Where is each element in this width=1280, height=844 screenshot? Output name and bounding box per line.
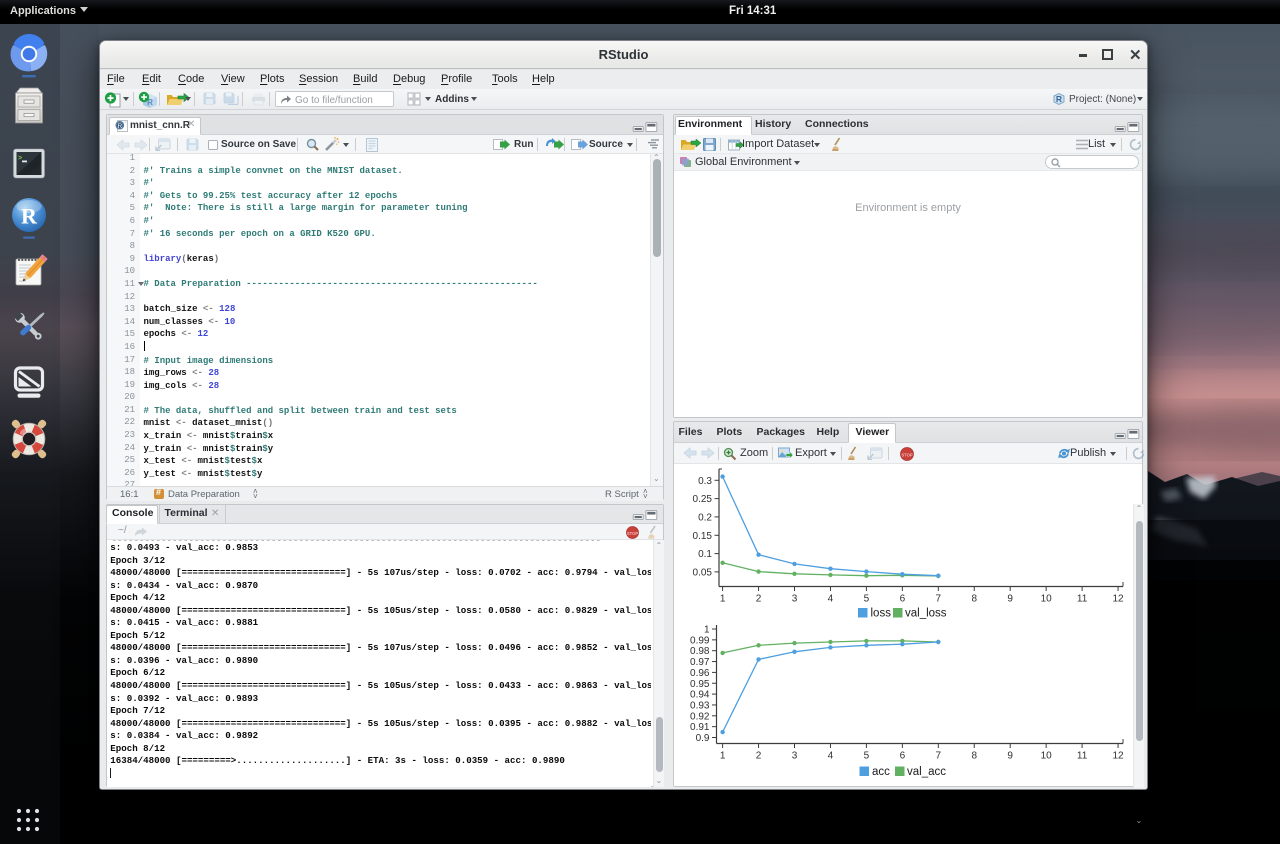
svg-text:0.05: 0.05: [693, 567, 713, 578]
svg-text:1: 1: [704, 625, 710, 636]
svg-text:0.96: 0.96: [690, 668, 710, 679]
svg-text:10: 10: [1041, 751, 1053, 762]
svg-text:11: 11: [1077, 751, 1088, 762]
svg-text:0.93: 0.93: [690, 700, 710, 711]
svg-text:0.95: 0.95: [690, 679, 710, 690]
svg-text:0.9: 0.9: [696, 733, 710, 744]
svg-text:3: 3: [792, 594, 798, 605]
svg-text:R: R: [117, 123, 122, 130]
svg-text:4: 4: [828, 594, 834, 605]
svg-text:2: 2: [756, 751, 762, 762]
svg-text:0.98: 0.98: [690, 646, 710, 657]
svg-text:0.15: 0.15: [693, 531, 713, 542]
svg-text:3: 3: [792, 751, 798, 762]
svg-text:0.92: 0.92: [690, 711, 710, 722]
svg-text:acc: acc: [872, 766, 890, 778]
svg-text:4: 4: [828, 751, 834, 762]
svg-text:R: R: [1056, 94, 1062, 104]
svg-text:0.1: 0.1: [698, 549, 712, 560]
svg-text:5: 5: [864, 594, 870, 605]
svg-text:9: 9: [1007, 594, 1013, 605]
svg-text:val_loss: val_loss: [905, 608, 947, 620]
svg-text:R: R: [21, 204, 38, 229]
svg-text:1: 1: [720, 594, 726, 605]
svg-text:val_acc: val_acc: [907, 766, 946, 778]
svg-text:12: 12: [1112, 594, 1124, 605]
svg-text:0.25: 0.25: [693, 494, 713, 505]
svg-text:>: >: [18, 155, 22, 163]
svg-text:STOP: STOP: [901, 452, 913, 457]
svg-text:0.99: 0.99: [690, 635, 710, 646]
svg-text:10: 10: [1041, 594, 1053, 605]
svg-text:0.94: 0.94: [690, 690, 710, 701]
svg-text:STOP: STOP: [627, 530, 639, 535]
svg-text:1: 1: [720, 751, 726, 762]
svg-text:8: 8: [971, 594, 977, 605]
svg-text:11: 11: [1077, 594, 1088, 605]
svg-text:0.3: 0.3: [698, 476, 712, 487]
svg-text:2: 2: [756, 594, 762, 605]
svg-text:loss: loss: [871, 608, 892, 620]
svg-text:6: 6: [900, 594, 906, 605]
svg-text:9: 9: [1007, 751, 1013, 762]
svg-text:0.97: 0.97: [690, 657, 710, 668]
svg-text:12: 12: [1112, 751, 1124, 762]
svg-text:7: 7: [936, 751, 942, 762]
svg-text:5: 5: [864, 751, 870, 762]
svg-text:0.91: 0.91: [690, 722, 710, 733]
svg-text:0.2: 0.2: [698, 512, 712, 523]
svg-text:8: 8: [971, 751, 977, 762]
svg-text:6: 6: [900, 751, 906, 762]
svg-text:7: 7: [936, 594, 942, 605]
